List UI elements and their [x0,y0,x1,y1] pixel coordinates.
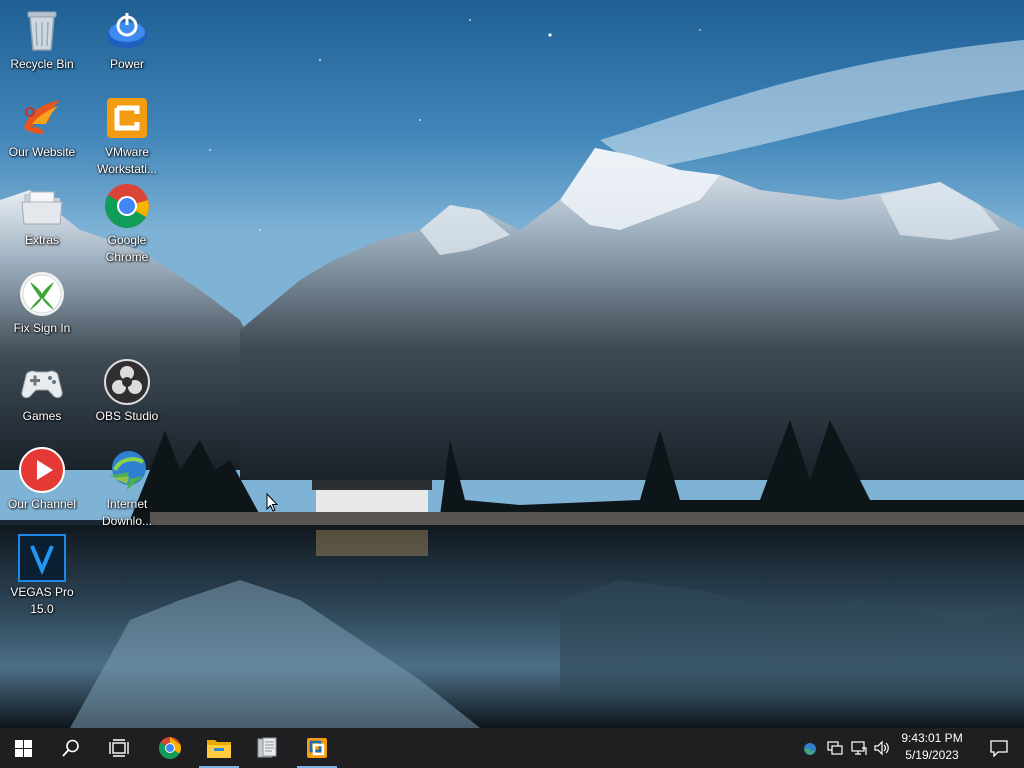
search-icon [62,739,79,757]
desktop-icon-internet-download-manager[interactable]: Internet Downlo... [85,442,169,530]
play-button-icon [18,446,66,494]
desktop-icon-our-channel[interactable]: Our Channel [0,442,84,513]
desktop-icon-label: Our Website [8,145,76,159]
taskbar-document-button[interactable] [244,728,290,768]
desktop-icon-label: Fix Sign In [13,321,71,335]
desktop-icon-label: VEGAS Pro 15.0 [10,585,74,616]
display-icon[interactable] [827,740,843,756]
taskbar: 9:43:01 PM 5/19/2023 [0,728,1024,768]
desktop: Recycle Bin Power Our Website VMware Wor… [0,0,1024,728]
taskbar-clock[interactable]: 9:43:01 PM 5/19/2023 [896,730,968,766]
desktop-icon-label: Google Chrome [105,233,149,264]
search-button[interactable] [48,728,94,768]
desktop-icon-label: OBS Studio [95,409,159,423]
power-icon [103,6,151,54]
desktop-icon-power[interactable]: Power [85,2,169,73]
vmware-icon [103,94,151,142]
recycle-bin-icon [18,6,66,54]
clock-time: 9:43:01 PM [901,731,963,745]
desktop-icon-vegas-pro[interactable]: VEGAS Pro 15.0 [0,530,84,618]
desktop-icon-vmware[interactable]: VMware Workstati... [85,90,169,178]
desktop-icon-google-chrome[interactable]: Google Chrome [85,178,169,266]
network-shield-icon[interactable] [802,740,818,756]
file-explorer-icon [207,740,231,758]
desktop-icon-label: Our Channel [7,497,77,511]
phoenix-logo-icon [18,94,66,142]
desktop-icon-obs-studio[interactable]: OBS Studio [85,354,169,425]
chrome-icon [159,737,181,759]
ethernet-icon[interactable] [851,740,867,756]
desktop-icon-our-website[interactable]: Our Website [0,90,84,161]
volume-icon[interactable] [874,740,890,756]
vmware-icon [307,738,327,758]
folder-icon [18,182,66,230]
chrome-icon [103,182,151,230]
vegas-pro-icon [18,534,66,582]
taskbar-vmware-button[interactable] [294,728,340,768]
desktop-icon-label: Power [109,57,144,71]
mouse-cursor [266,493,278,512]
desktop-icon-fix-sign-in[interactable]: Fix Sign In [0,266,84,337]
task-view-icon [109,739,129,757]
gamepad-icon [18,358,66,406]
desktop-icon-recycle-bin[interactable]: Recycle Bin [0,2,84,73]
desktop-icon-label: Internet Downlo... [101,497,153,528]
start-button[interactable] [0,728,46,768]
desktop-icon-label: VMware Workstati... [97,145,157,176]
taskbar-file-explorer-button[interactable] [196,728,242,768]
desktop-icon-extras[interactable]: Extras [0,178,84,249]
taskbar-chrome-button[interactable] [147,728,193,768]
action-center-button[interactable] [976,728,1022,768]
xbox-icon [18,270,66,318]
desktop-icon-label: Extras [24,233,59,247]
obs-icon [103,358,151,406]
internet-download-manager-icon [103,446,151,494]
desktop-icon-games[interactable]: Games [0,354,84,425]
desktop-icon-label: Games [22,409,62,423]
start-icon [14,739,32,757]
document-icon [257,737,277,758]
clock-date: 5/19/2023 [905,748,959,762]
task-view-button[interactable] [96,728,142,768]
notification-icon [990,740,1008,757]
desktop-icon-label: Recycle Bin [10,57,74,71]
